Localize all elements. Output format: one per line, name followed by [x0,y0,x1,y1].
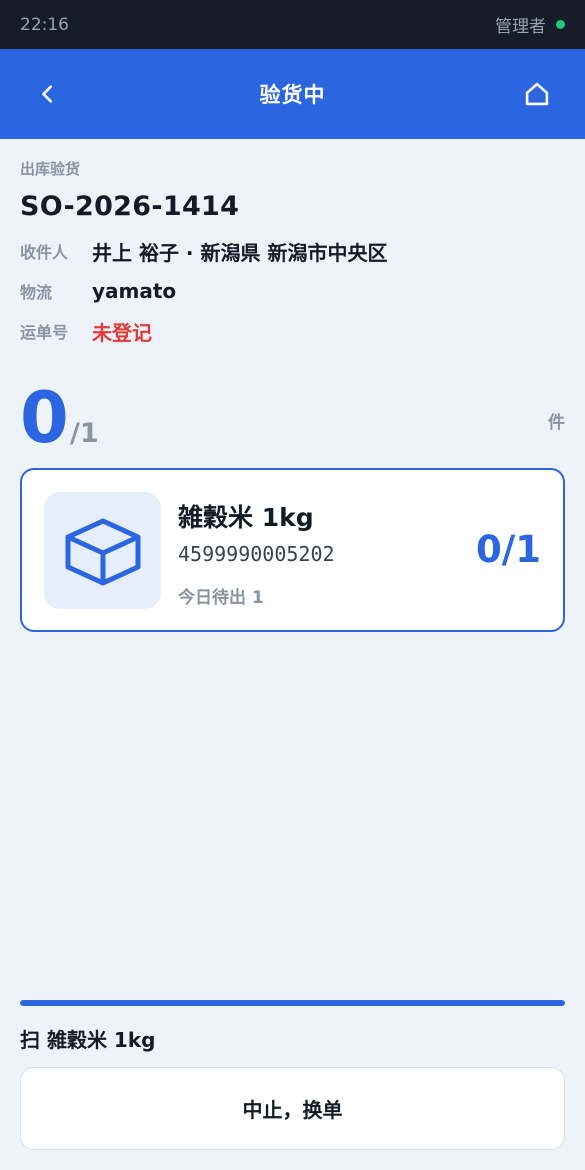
status-time: 22:16 [20,14,69,35]
scan-counter: 0 /1 件 [20,378,565,458]
page-title: 验货中 [259,83,326,107]
app-root: 22:16 管理者 验货中 出库验货 SO-2026-1414 收件人 井上 裕… [0,0,585,1170]
item-barcode: 4599990005202 [178,542,335,566]
section-label: 出库验货 [20,160,81,178]
back-button[interactable] [28,74,68,114]
tracking-value: 未登记 [92,320,152,345]
online-indicator [556,20,565,29]
count-unit: 件 [548,413,565,433]
recipient-row: 收件人 井上 裕子 · 新潟県 新潟市中央区 [20,238,565,265]
logistics-row: 物流 yamato [20,278,565,304]
item-today-pending: 今日待出 1 [178,588,264,608]
item-name: 雑穀米 1kg [178,503,314,532]
item-quantity: 0/1 [475,528,541,571]
total-count: /1 [70,418,99,449]
recipient-value: 井上 裕子 · 新潟県 新潟市中央区 [92,240,388,265]
order-info: 出库验货 SO-2026-1414 收件人 井上 裕子 · 新潟県 新潟市中央区… [20,158,565,345]
status-bar: 22:16 管理者 [0,0,585,49]
chevron-left-icon [42,85,53,103]
abort-switch-button[interactable]: 中止，换单 [20,1067,565,1150]
progress-fill [20,1000,565,1006]
tracking-label: 运单号 [20,323,69,342]
box-icon [65,518,140,585]
scanned-count: 0 [20,377,69,459]
home-button[interactable] [517,74,557,114]
status-user-area: 管理者 [495,12,565,37]
item-card[interactable]: 雑穀米 1kg 4599990005202 今日待出 1 0/1 [20,468,565,632]
item-thumbnail [44,492,161,609]
logistics-value: yamato [92,279,177,303]
status-user: 管理者 [495,17,546,37]
logistics-label: 物流 [20,283,53,302]
tracking-row: 运单号 未登记 [20,318,565,345]
recipient-label: 收件人 [20,243,69,262]
order-number: SO-2026-1414 [20,191,240,222]
progress-bar [20,1000,565,1006]
home-icon [525,82,549,106]
app-header: 验货中 [0,49,585,139]
scan-hint: 扫 雑穀米 1kg [20,1028,156,1052]
